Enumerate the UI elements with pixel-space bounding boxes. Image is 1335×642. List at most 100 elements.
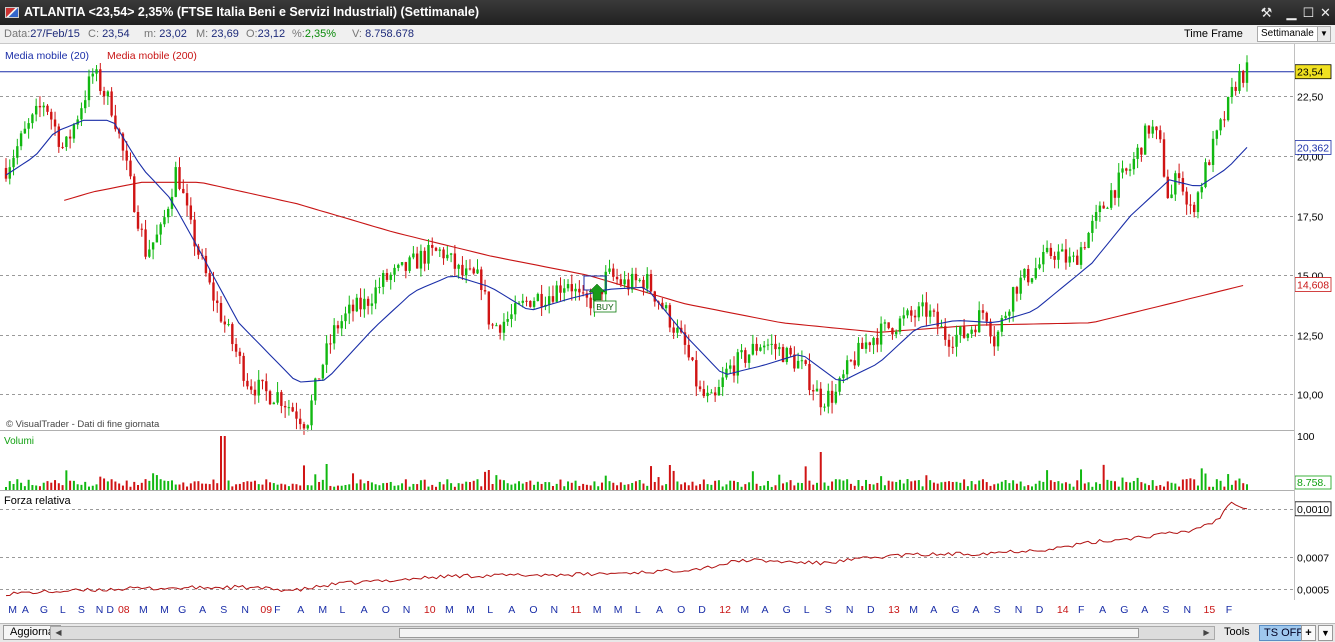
volume-bar	[208, 484, 211, 490]
candle-body	[27, 123, 30, 129]
horizontal-scrollbar[interactable]: ◀ ▶	[50, 626, 1215, 640]
candle-body	[491, 324, 494, 326]
volume-bar	[46, 481, 49, 490]
candle-body	[238, 351, 242, 356]
volume-bar	[521, 483, 524, 490]
volume-bar	[702, 479, 705, 490]
candle-body	[1060, 249, 1064, 252]
candle-body	[299, 418, 302, 425]
candle-body	[487, 291, 491, 325]
time-tick-label: 14	[1057, 604, 1069, 616]
volume-bar	[5, 486, 7, 490]
candle-body	[872, 337, 875, 346]
time-tick-label: A	[1141, 604, 1148, 616]
candle-body	[921, 302, 924, 307]
scrollbar-thumb[interactable]	[399, 628, 1139, 638]
quote-info-bar: Data:27/Feb/15 C: 23,54 m: 23,02 M: 23,6…	[0, 25, 1335, 44]
chart-area[interactable]: 10,0012,5015,0017,5020,0022,50 23,5420,3…	[0, 44, 1335, 623]
chevron-down-icon[interactable]: ▼	[1318, 625, 1333, 641]
candle-body	[246, 380, 249, 387]
volume-bar	[472, 480, 475, 490]
candle-body	[1106, 207, 1109, 209]
time-tick-label: A	[656, 604, 663, 616]
candle-body	[348, 304, 351, 314]
candle-body	[4, 167, 8, 179]
candle-body	[551, 296, 555, 302]
candle-body	[12, 157, 15, 168]
candle-body	[102, 90, 106, 97]
add-button[interactable]: +	[1301, 625, 1316, 641]
volume-bar	[435, 486, 438, 490]
candle-body	[1230, 86, 1234, 98]
candle-body	[208, 273, 211, 283]
buy-label: BUY	[596, 302, 614, 312]
volume-bar	[736, 482, 739, 490]
volume-bar	[887, 480, 890, 490]
timeframe-select[interactable]: Settimanale ▼	[1257, 26, 1331, 42]
candle-body	[1151, 126, 1154, 134]
candle-body	[1049, 247, 1053, 256]
candle-body	[857, 342, 860, 366]
volume-bar	[155, 475, 158, 490]
time-tick-label: N	[96, 604, 104, 616]
candle-body	[453, 253, 457, 269]
candle-body	[849, 360, 853, 362]
time-tick-label: M	[8, 604, 17, 616]
candle-body	[415, 253, 419, 269]
candle-body	[902, 315, 905, 319]
candle-body	[574, 288, 577, 292]
volume-bar	[382, 483, 385, 490]
volume-bar	[20, 482, 23, 490]
close-button[interactable]: ✕	[1317, 4, 1334, 21]
volume-bar	[1140, 482, 1143, 490]
tools-button[interactable]: Tools	[1224, 626, 1250, 638]
candle-body	[981, 310, 985, 313]
candle-body	[249, 386, 253, 390]
candle-body	[1181, 178, 1185, 192]
candle-body	[540, 293, 543, 307]
candle-body	[87, 76, 91, 101]
candle-body	[502, 321, 506, 333]
info-min: m: 23,02	[144, 28, 187, 40]
volume-bar	[672, 470, 675, 490]
volume-bar	[121, 485, 124, 490]
volume-bar	[1219, 480, 1222, 490]
volume-bar	[1057, 481, 1060, 490]
scroll-left-icon[interactable]: ◀	[52, 627, 65, 639]
time-tick-label: F	[1078, 604, 1084, 616]
candle-body	[155, 234, 159, 243]
volume-bar	[423, 479, 426, 490]
candle-body	[393, 267, 396, 275]
volume-bar	[31, 485, 34, 490]
volume-bar	[631, 482, 634, 490]
info-date: Data:27/Feb/15	[4, 28, 80, 40]
tools-wrench-icon[interactable]: ⚒	[1258, 4, 1275, 21]
candle-body	[268, 391, 272, 405]
chevron-down-icon[interactable]: ▼	[1317, 27, 1330, 41]
price-marker-label: 23,54	[1297, 67, 1323, 79]
time-tick-label: G	[951, 604, 959, 616]
candle-body	[1045, 247, 1049, 253]
maximize-button[interactable]: ☐	[1300, 4, 1317, 21]
minimize-button[interactable]: ▁	[1283, 4, 1300, 21]
volume-bar	[114, 481, 117, 490]
candle-body	[355, 297, 358, 312]
candle-body	[913, 315, 917, 318]
candle-body	[1143, 125, 1147, 155]
time-tick-label: A	[508, 604, 515, 616]
volume-bar	[638, 479, 641, 490]
volume-bar	[1091, 486, 1094, 490]
candle-body	[827, 390, 830, 407]
scroll-right-icon[interactable]: ▶	[1200, 627, 1213, 639]
volume-bar	[318, 481, 321, 490]
candle-body	[785, 347, 789, 363]
volume-bar	[182, 482, 185, 490]
volume-bar	[231, 486, 234, 490]
candle-body	[57, 126, 61, 147]
candle-body	[1238, 70, 1241, 91]
time-tick-label: L	[804, 604, 810, 616]
volume-bar	[1000, 481, 1003, 490]
volume-bar	[831, 481, 834, 490]
volume-bar	[1238, 478, 1241, 490]
candle-body	[351, 304, 355, 312]
